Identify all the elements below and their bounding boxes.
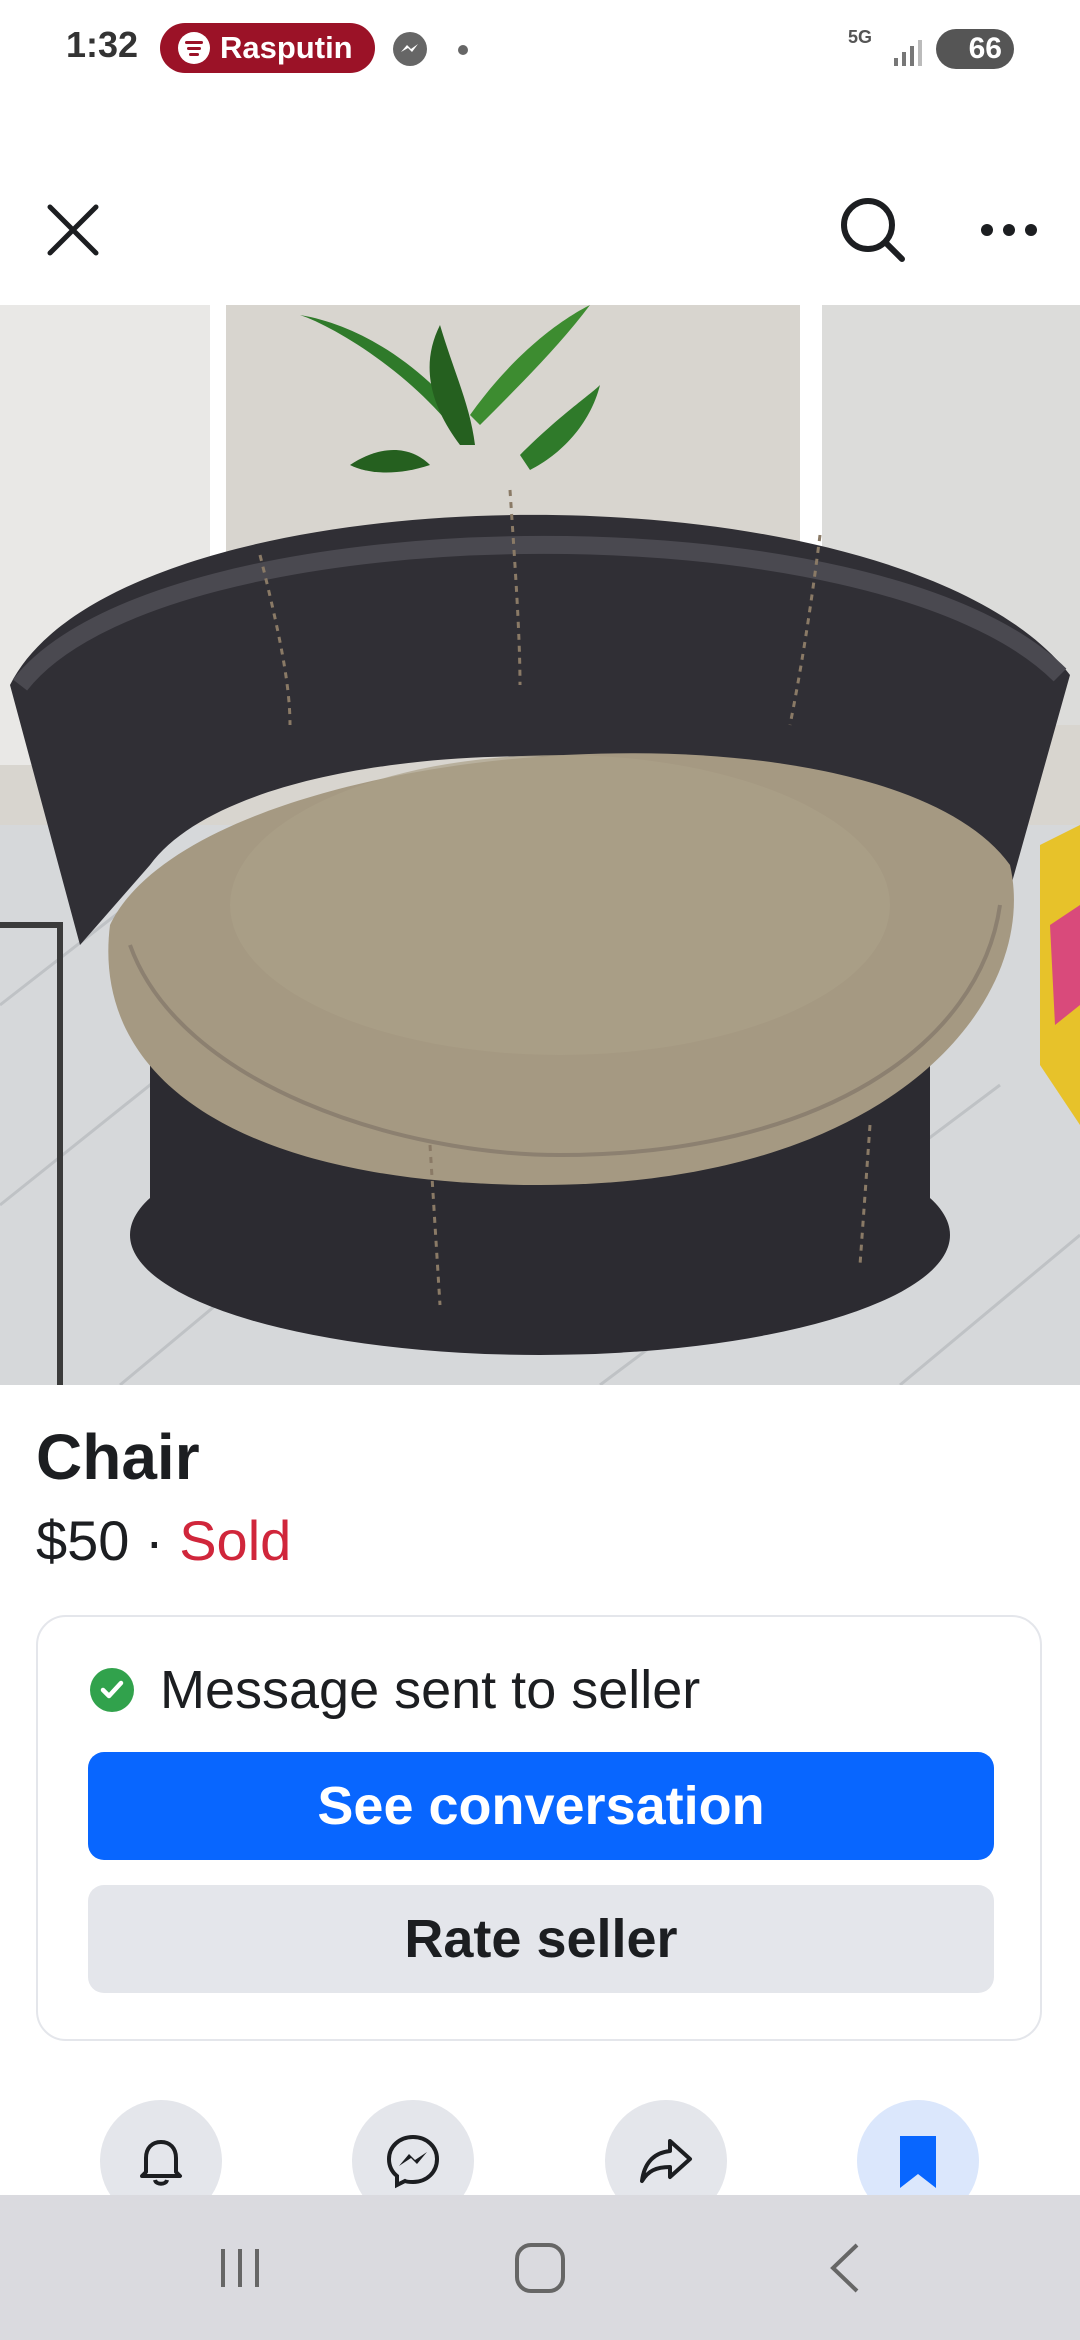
status-time: 1:32 [66,24,139,65]
messenger-notification-icon [393,32,427,66]
see-conversation-button[interactable]: See conversation [88,1752,994,1860]
home-button[interactable] [500,2195,580,2340]
top-app-bar [0,175,1080,285]
back-button[interactable] [805,2195,885,2340]
share-icon [640,2139,692,2183]
close-button[interactable] [30,187,116,273]
home-icon [515,2242,565,2293]
spotify-icon [178,32,210,64]
more-options-button[interactable] [966,187,1052,273]
search-button[interactable] [830,187,916,273]
signal-icon [894,34,926,66]
status-bar: 1:32 Rasputin 5G 66 [0,0,1080,100]
battery-level: 66 [968,32,1002,65]
chair-image [0,305,1080,1385]
more-icon [981,224,1037,236]
rate-seller-button[interactable]: Rate seller [88,1885,994,1993]
message-status-text: Message sent to seller [160,1660,701,1720]
recent-apps-icon [221,2248,259,2287]
more-notifications-dot [458,45,468,55]
recent-apps-button[interactable] [200,2195,280,2340]
bookmark-icon [900,2136,936,2188]
check-circle-icon [90,1668,134,1712]
sold-status: Sold [179,1509,292,1572]
back-icon [830,2243,859,2292]
bell-icon [140,2140,182,2186]
price-separator: · [129,1509,180,1572]
price-line: $50 · Sold [36,1508,291,1573]
message-status-row: Message sent to seller [90,1659,700,1721]
listing-title: Chair [36,1421,200,1493]
search-icon [841,198,905,262]
now-playing-title: Rasputin [220,30,353,65]
network-type: 5G [848,27,873,47]
message-card: Message sent to seller See conversation … [36,1615,1042,2041]
system-nav-bar [0,2195,1080,2340]
battery-indicator: 66 [936,29,1014,69]
close-icon [47,204,99,256]
messenger-icon [386,2134,440,2189]
now-playing-pill[interactable]: Rasputin [160,23,375,73]
listing-photo[interactable] [0,305,1080,1385]
listing-price: $50 [36,1509,130,1572]
